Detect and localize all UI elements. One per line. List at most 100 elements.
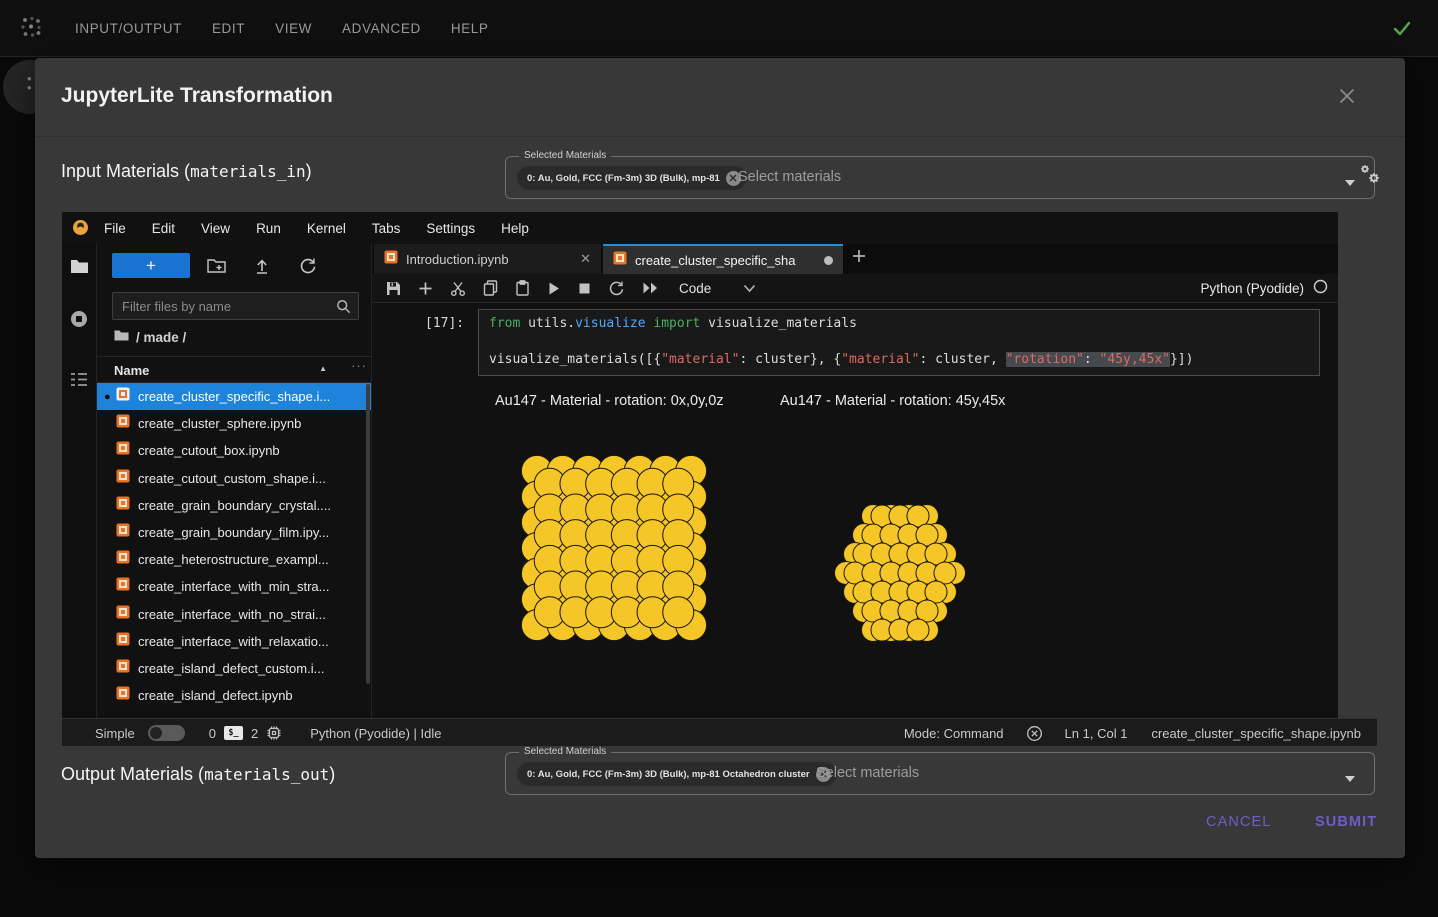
file-name: create_island_defect_custom.i... bbox=[138, 661, 324, 676]
cancel-button[interactable]: CANCEL bbox=[1206, 814, 1271, 830]
file-row[interactable]: ●create_cutout_box.ipynb bbox=[97, 437, 371, 464]
file-row[interactable]: ●create_island_defect.ipynb bbox=[97, 682, 371, 709]
running-sessions-icon[interactable] bbox=[70, 310, 88, 333]
jp-menu-kernel[interactable]: Kernel bbox=[307, 221, 346, 236]
jp-menu-tabs[interactable]: Tabs bbox=[372, 221, 401, 236]
file-row[interactable]: ●create_cutout_custom_shape.i... bbox=[97, 465, 371, 492]
sort-ascending-icon[interactable]: ▲ bbox=[319, 364, 327, 373]
command-mode-indicator[interactable]: Mode: Command bbox=[904, 726, 1004, 741]
screen: INPUT/OUTPUT EDIT VIEW ADVANCED HELP •• … bbox=[0, 0, 1438, 917]
new-tab-button[interactable] bbox=[851, 248, 867, 269]
close-button[interactable] bbox=[1333, 82, 1361, 110]
output-material-chip[interactable]: 0: Au, Gold, FCC (Fm-3m) 3D (Bulk), mp-8… bbox=[517, 762, 837, 786]
settings-gears-icon[interactable] bbox=[1357, 162, 1385, 193]
notebook-content[interactable]: [17]: from utils.visualize import visual… bbox=[372, 303, 1338, 691]
column-menu-icon[interactable]: ··· bbox=[351, 358, 367, 373]
file-row[interactable]: ●create_island_defect_custom.i... bbox=[97, 655, 371, 682]
cursor-position[interactable]: Ln 1, Col 1 bbox=[1065, 726, 1128, 741]
add-cell-icon[interactable] bbox=[418, 281, 433, 296]
kernel-name[interactable]: Python (Pyodide) bbox=[1200, 281, 1304, 296]
output-select-placeholder[interactable]: Select materials bbox=[816, 765, 919, 781]
run-cell-icon[interactable] bbox=[547, 281, 561, 296]
simple-mode-toggle[interactable] bbox=[148, 725, 185, 741]
home-folder-icon[interactable] bbox=[114, 328, 129, 346]
kernels-count[interactable]: 2 bbox=[251, 726, 258, 741]
menu-input-output[interactable]: INPUT/OUTPUT bbox=[75, 21, 182, 36]
transformation-dialog: JupyterLite Transformation Input Materia… bbox=[35, 58, 1405, 858]
jp-menu-file[interactable]: File bbox=[104, 221, 126, 236]
kernel-status-icon[interactable] bbox=[1313, 279, 1328, 299]
search-icon bbox=[336, 299, 351, 319]
notebook-icon bbox=[116, 577, 130, 596]
restart-kernel-icon[interactable] bbox=[608, 280, 625, 296]
file-row[interactable]: ●create_interface_with_no_strai... bbox=[97, 601, 371, 628]
notebook-icon bbox=[116, 387, 130, 406]
output-chip-label: 0: Au, Gold, FCC (Fm-3m) 3D (Bulk), mp-8… bbox=[527, 769, 810, 780]
file-row[interactable]: ●create_heterostructure_exampl... bbox=[97, 546, 371, 573]
name-column-header[interactable]: Name bbox=[114, 363, 149, 378]
output-materials-label: Output Materials (materials_out) bbox=[61, 764, 335, 785]
app-logo-icon[interactable] bbox=[18, 14, 44, 45]
refresh-icon[interactable] bbox=[299, 257, 317, 279]
jp-menu-edit[interactable]: Edit bbox=[152, 221, 175, 236]
input-select-legend: Selected Materials bbox=[519, 150, 611, 161]
interrupt-kernel-icon[interactable] bbox=[578, 282, 591, 295]
output-materials-select[interactable]: Selected Materials 0: Au, Gold, FCC (Fm-… bbox=[505, 752, 1375, 795]
dropdown-arrow-icon[interactable] bbox=[1344, 770, 1356, 788]
tab-bar: Introduction.ipynb ✕ create_cluster_spec… bbox=[372, 244, 1338, 274]
file-row[interactable]: ●create_grain_boundary_film.ipy... bbox=[97, 519, 371, 546]
jp-menu-view[interactable]: View bbox=[201, 221, 230, 236]
file-browser-icon[interactable] bbox=[70, 258, 89, 279]
simple-mode-label: Simple bbox=[95, 726, 135, 741]
file-row[interactable]: ●create_interface_with_min_stra... bbox=[97, 573, 371, 600]
tab-close-icon[interactable]: ✕ bbox=[580, 251, 591, 267]
filter-files-input[interactable] bbox=[113, 293, 323, 319]
table-of-contents-icon[interactable] bbox=[70, 372, 88, 392]
input-materials-select[interactable]: Selected Materials 0: Au, Gold, FCC (Fm-… bbox=[505, 156, 1375, 199]
activity-bar bbox=[62, 244, 97, 718]
cell-type-dropdown[interactable]: Code bbox=[679, 281, 711, 296]
input-material-chip[interactable]: 0: Au, Gold, FCC (Fm-3m) 3D (Bulk), mp-8… bbox=[517, 166, 747, 190]
menu-edit[interactable]: EDIT bbox=[212, 21, 245, 36]
menu-help[interactable]: HELP bbox=[451, 21, 489, 36]
menu-advanced[interactable]: ADVANCED bbox=[342, 21, 421, 36]
restart-run-all-icon[interactable] bbox=[642, 281, 659, 295]
input-select-placeholder[interactable]: Select materials bbox=[738, 169, 841, 185]
breadcrumb[interactable]: / made / bbox=[114, 328, 186, 346]
submit-button[interactable]: SUBMIT bbox=[1315, 814, 1377, 830]
input-chip-label: 0: Au, Gold, FCC (Fm-3m) 3D (Bulk), mp-8… bbox=[527, 173, 720, 184]
jp-menu-settings[interactable]: Settings bbox=[426, 221, 475, 236]
upload-icon[interactable] bbox=[253, 257, 271, 279]
file-row[interactable]: ●create_cluster_specific_shape.i... bbox=[97, 383, 371, 410]
file-row[interactable]: ●create_interface_with_relaxatio... bbox=[97, 628, 371, 655]
paste-cells-icon[interactable] bbox=[515, 280, 530, 296]
trust-icon[interactable] bbox=[1026, 725, 1043, 742]
file-row[interactable]: ●create_grain_boundary_crystal.... bbox=[97, 492, 371, 519]
code-cell-editor[interactable]: from utils.visualize import visualize_ma… bbox=[478, 309, 1320, 376]
new-launcher-button[interactable]: + bbox=[112, 253, 190, 278]
dropdown-arrow-icon[interactable] bbox=[1344, 174, 1356, 192]
notebook-icon bbox=[116, 414, 130, 433]
file-name: create_cluster_sphere.ipynb bbox=[138, 416, 301, 431]
chevron-down-icon[interactable] bbox=[743, 284, 756, 293]
check-icon[interactable] bbox=[1390, 16, 1414, 45]
notebook-icon bbox=[116, 659, 130, 678]
kernel-status-text[interactable]: Python (Pyodide) | Idle bbox=[310, 726, 441, 741]
input-label-text: Input Materials ( bbox=[61, 161, 190, 181]
terminals-count[interactable]: 0 bbox=[209, 726, 216, 741]
tab-dirty-indicator[interactable] bbox=[824, 256, 833, 265]
file-list-header[interactable]: Name ▲ ··· bbox=[97, 356, 371, 383]
cut-cells-icon[interactable] bbox=[450, 281, 466, 296]
save-icon[interactable] bbox=[386, 281, 401, 296]
output-variable-name: materials_out bbox=[204, 765, 329, 784]
output-label-left: Au147 - Material - rotation: 0x,0y,0z bbox=[495, 393, 724, 409]
jp-menu-run[interactable]: Run bbox=[256, 221, 281, 236]
file-list-scrollbar[interactable] bbox=[366, 384, 370, 684]
jp-menu-help[interactable]: Help bbox=[501, 221, 529, 236]
copy-cells-icon[interactable] bbox=[483, 280, 498, 296]
tab-introduction[interactable]: Introduction.ipynb ✕ bbox=[374, 244, 601, 274]
file-row[interactable]: ●create_cluster_sphere.ipynb bbox=[97, 410, 371, 437]
tab-create-cluster[interactable]: create_cluster_specific_sha bbox=[603, 244, 843, 274]
menu-view[interactable]: VIEW bbox=[275, 21, 312, 36]
new-folder-icon[interactable] bbox=[207, 257, 226, 279]
